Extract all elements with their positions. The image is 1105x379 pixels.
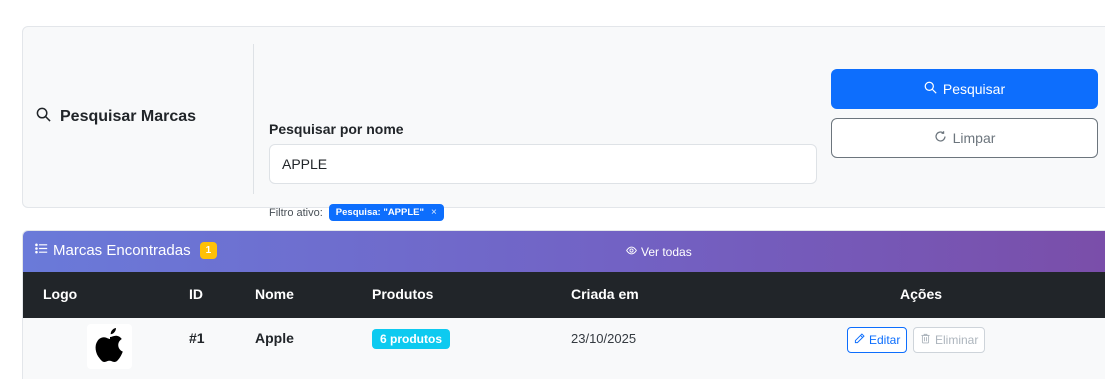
eye-icon xyxy=(626,245,637,259)
results-count-badge: 1 xyxy=(199,242,218,259)
search-input[interactable] xyxy=(269,144,817,184)
search-field-label: Pesquisar por nome xyxy=(269,121,404,137)
delete-button[interactable]: Eliminar xyxy=(913,327,986,353)
results-title-text: Marcas Encontradas xyxy=(53,242,191,259)
results-title: Marcas Encontradas 1 xyxy=(35,242,218,259)
list-icon xyxy=(35,242,48,259)
results-header: Marcas Encontradas 1 Ver todas xyxy=(23,231,1105,272)
view-all-link[interactable]: Ver todas xyxy=(626,245,692,259)
trash-icon xyxy=(920,333,931,347)
search-button-label: Pesquisar xyxy=(942,81,1006,97)
edit-button[interactable]: Editar xyxy=(847,327,908,353)
search-icon xyxy=(36,107,51,127)
clear-button-label: Limpar xyxy=(952,130,996,146)
brand-logo xyxy=(87,324,132,369)
table-row: #1 Apple 6 produtos 23/10/2025 Editar El… xyxy=(23,318,1105,379)
delete-button-label: Eliminar xyxy=(935,333,979,347)
search-icon xyxy=(924,81,937,97)
search-card: Pesquisar Marcas Pesquisar por nome Filt… xyxy=(22,26,1105,221)
created-date: 23/10/2025 xyxy=(571,331,637,346)
active-filter-row: Filtro ativo: Pesquisa: "APPLE" × xyxy=(269,204,444,221)
remove-filter-icon[interactable]: × xyxy=(431,207,437,218)
search-heading: Pesquisar Marcas xyxy=(36,107,196,127)
edit-button-label: Editar xyxy=(869,333,901,347)
brand-id: #1 xyxy=(189,330,205,346)
column-header-id: ID xyxy=(189,286,203,302)
refresh-icon xyxy=(934,130,947,146)
search-heading-text: Pesquisar Marcas xyxy=(60,108,197,125)
column-header-logo: Logo xyxy=(43,286,78,302)
column-header-created: Criada em xyxy=(571,286,639,302)
table-header: Logo ID Nome Produtos Criada em Ações xyxy=(23,272,1105,318)
active-filter-label: Filtro ativo: xyxy=(269,206,323,219)
brand-name: Apple xyxy=(255,330,294,346)
active-filter-badge: Pesquisa: "APPLE" × xyxy=(328,204,444,221)
results-card: Marcas Encontradas 1 Ver todas Logo ID N… xyxy=(22,230,1105,379)
column-header-products: Produtos xyxy=(372,286,434,302)
column-header-name: Nome xyxy=(255,286,294,302)
column-header-actions: Ações xyxy=(900,286,943,302)
vertical-divider xyxy=(253,44,254,194)
clear-button[interactable]: Limpar xyxy=(831,118,1098,158)
view-all-label: Ver todas xyxy=(641,245,692,259)
active-filter-text: Pesquisa: "APPLE" xyxy=(335,207,424,218)
pencil-icon xyxy=(854,333,865,347)
search-button[interactable]: Pesquisar xyxy=(831,69,1098,109)
products-count-badge: 6 produtos xyxy=(372,329,450,349)
apple-logo-icon xyxy=(94,326,126,367)
